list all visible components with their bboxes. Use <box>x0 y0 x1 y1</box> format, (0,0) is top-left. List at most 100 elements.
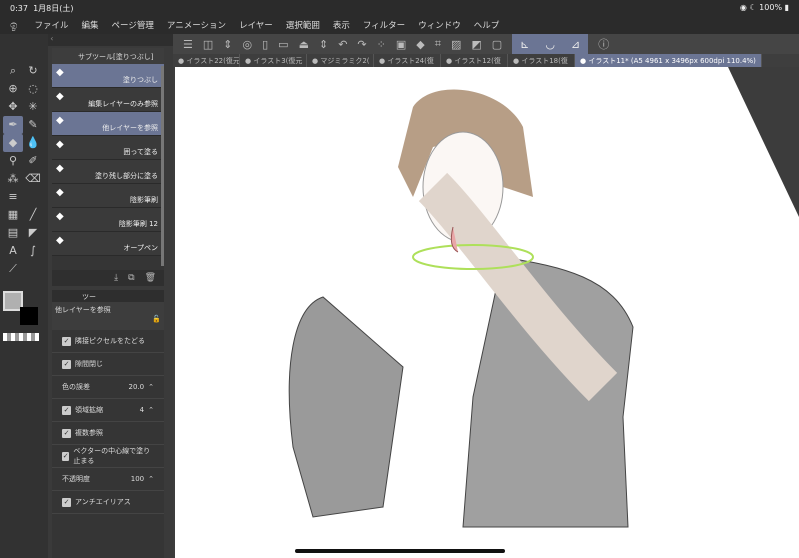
document-tab[interactable]: ● イラスト24(復 <box>374 54 441 67</box>
document-tab[interactable]: ● イラスト3(復元 <box>240 54 307 67</box>
lock-icon[interactable]: 🔓 <box>152 315 161 323</box>
menu-item[interactable]: アニメーション <box>167 19 226 31</box>
object-tool-icon[interactable]: ⊕ <box>3 80 23 98</box>
open-icon[interactable]: ▭ <box>278 38 288 51</box>
document-tab[interactable]: ● イラスト11* (A5 4961 x 3496px 600dpi 110.4… <box>575 54 762 67</box>
document-tab[interactable]: ● イラスト22(復元 <box>173 54 240 67</box>
stepper-icon[interactable]: ⌃ <box>148 406 154 414</box>
balloon-tool-icon[interactable]: ◤ <box>23 224 43 242</box>
subtool-item[interactable]: ◆ 塗りつぶし <box>52 64 164 88</box>
checkbox[interactable]: ✓ <box>62 428 71 438</box>
menu-item[interactable]: 表示 <box>333 19 350 31</box>
fill-icon[interactable]: ◆ <box>416 38 424 51</box>
sub-color-swatch[interactable] <box>20 307 38 325</box>
battery-indicator: ◉ ☾ 100% ▮ <box>739 3 789 12</box>
help-icon[interactable]: ⓘ <box>598 36 609 52</box>
frame-icon[interactable]: ▢ <box>492 38 502 51</box>
snap-special-icon[interactable]: ◡ <box>545 38 555 51</box>
document-tab[interactable]: ● マジミラミク2( <box>307 54 374 67</box>
new-file-icon[interactable]: ▯ <box>262 38 268 51</box>
menu-item[interactable]: 編集 <box>82 19 99 31</box>
delete-icon[interactable]: 🗑 <box>145 273 156 283</box>
fill-icon: ◆ <box>56 91 64 102</box>
layer-icon[interactable]: ◫ <box>203 38 213 51</box>
import-icon[interactable]: ⤓ <box>114 273 118 283</box>
subtool-label: 塗りつぶし <box>122 76 158 84</box>
snap-grid-icon[interactable]: ⊿ <box>571 38 580 51</box>
checkbox[interactable]: ✓ <box>62 451 70 461</box>
eyedropper-tool-icon[interactable]: ⚲ <box>3 152 23 170</box>
hatching-tool-icon[interactable]: ≡ <box>3 188 23 206</box>
tool-property-panel: ツー 他レイヤーを参照 🔓 ✓ 隣接ピクセルをたどる ✓ 隙間閉じ 色の誤差 20.0 ⌃ ✓ 領… <box>52 290 164 558</box>
wand-tool-icon[interactable]: ✳ <box>23 98 43 116</box>
tone-icon[interactable]: ◩ <box>471 38 481 51</box>
duplicate-icon[interactable]: ⧉ <box>128 273 134 283</box>
subtool-item[interactable]: ◆ オープペン <box>52 232 164 256</box>
menu-item[interactable]: 選択範囲 <box>286 19 320 31</box>
curve-tool-icon[interactable]: ∫ <box>23 242 43 260</box>
transform-icon[interactable]: ⌗ <box>435 37 441 51</box>
grid-icon[interactable]: ▨ <box>451 38 461 51</box>
checkbox[interactable]: ✓ <box>62 497 71 507</box>
document-tab[interactable]: ● イラスト18(復 <box>508 54 575 67</box>
updown-icon[interactable]: ⇕ <box>223 38 232 51</box>
clear-icon[interactable]: ▣ <box>396 38 406 51</box>
menu-item[interactable]: フィルター <box>363 19 405 31</box>
snap-ruler-icon[interactable]: ⊾ <box>520 38 529 51</box>
fill-tool-icon[interactable]: ◆ <box>3 134 23 152</box>
redo-icon[interactable]: ↷ <box>357 38 366 51</box>
deselect-icon[interactable]: ⁘ <box>377 38 386 51</box>
menu-item[interactable]: ページ管理 <box>112 19 154 31</box>
pencil-tool-icon[interactable]: ✎ <box>23 116 43 134</box>
menu-icon[interactable]: ☰ <box>183 38 193 51</box>
text-tool-icon[interactable]: A <box>3 242 23 260</box>
app-logo-icon[interactable]: ඉ <box>10 18 18 33</box>
subtool-scrollbar[interactable] <box>161 66 164 266</box>
property-value[interactable]: 100 <box>131 475 144 483</box>
property-value[interactable]: 20.0 <box>129 383 145 391</box>
checkbox[interactable]: ✓ <box>62 405 71 415</box>
stepper-icon[interactable]: ⌃ <box>148 383 154 391</box>
zoom-tool-icon[interactable]: ⌕ <box>3 62 23 80</box>
menu-item[interactable]: レイヤー <box>239 19 273 31</box>
subtool-label: 陰影筆刷 <box>130 196 158 204</box>
document-tab[interactable]: ● イラスト12(復 <box>441 54 508 67</box>
menu-item[interactable]: ウィンドウ <box>418 19 461 31</box>
checkbox[interactable]: ✓ <box>62 359 71 369</box>
eraser-tool-icon[interactable]: ⌫ <box>23 170 43 188</box>
fill-icon: ◆ <box>56 211 64 222</box>
property-row: ✓ ベクターの中心線で塗り止まる <box>52 445 164 468</box>
subtool-item[interactable]: ◆ 塗り残し部分に塗る <box>52 160 164 184</box>
subtool-item[interactable]: ◆ 陰影筆刷 12 <box>52 208 164 232</box>
save-icon[interactable]: ⏏ <box>299 38 309 51</box>
menu-item[interactable]: ヘルプ <box>474 19 500 31</box>
status-bar: 0:37 1月8日(土) ◉ ☾ 100% ▮ <box>0 0 799 16</box>
property-tab[interactable]: ツー <box>52 290 164 302</box>
stepper-icon[interactable]: ⌃ <box>148 475 154 483</box>
blend-tool-icon[interactable]: 💧 <box>23 134 43 152</box>
airbrush-tool-icon[interactable]: ⁂ <box>3 170 23 188</box>
subtool-item[interactable]: ◆ 陰影筆刷 <box>52 184 164 208</box>
subtool-item[interactable]: ◆ 編集レイヤーのみ参照 <box>52 88 164 112</box>
property-value[interactable]: 4 <box>140 406 144 414</box>
rotate-tool-icon[interactable]: ↻ <box>23 62 43 80</box>
undo-icon[interactable]: ↶ <box>338 38 347 51</box>
checkbox[interactable]: ✓ <box>62 336 71 346</box>
subtool-title: サブツール[塗りつぶし] <box>52 48 164 64</box>
menu-item[interactable]: ファイル <box>35 19 69 31</box>
brush-tool-icon[interactable]: ✐ <box>23 152 43 170</box>
lasso-tool-icon[interactable]: ◌ <box>23 80 43 98</box>
frame-tool-icon[interactable]: ▤ <box>3 224 23 242</box>
gradient-tool-icon[interactable]: ▦ <box>3 206 23 224</box>
pen-tool-icon[interactable]: ✒ <box>3 116 23 134</box>
updown-icon[interactable]: ⇕ <box>319 38 328 51</box>
subtool-item[interactable]: ◆ 他レイヤーを参照 <box>52 112 164 136</box>
record-icon[interactable]: ◎ <box>243 38 253 51</box>
canvas-area[interactable] <box>173 67 799 558</box>
move-tool-icon[interactable]: ✥ <box>3 98 23 116</box>
transparent-swatch[interactable] <box>3 333 39 341</box>
line-tool-icon[interactable]: ╱ <box>23 206 43 224</box>
property-row: 不透明度 100 ⌃ <box>52 468 164 491</box>
correct-tool-icon[interactable]: ⟋ <box>3 260 23 278</box>
subtool-item[interactable]: ◆ 囲って塗る <box>52 136 164 160</box>
